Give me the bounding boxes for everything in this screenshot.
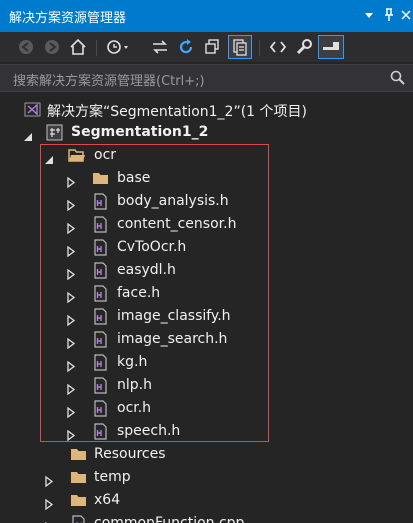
header-file-icon: [92, 423, 109, 440]
header-file-icon: [92, 216, 109, 233]
toolbar: [0, 32, 413, 62]
file-label: speech.h: [117, 423, 181, 439]
header-file-icon: [92, 400, 109, 417]
back-icon[interactable]: [16, 37, 36, 57]
header-file-icon: [92, 285, 109, 302]
file-label: base: [117, 170, 151, 186]
collapsed-arrow-icon[interactable]: [66, 357, 76, 373]
properties-icon[interactable]: [294, 37, 314, 57]
folder-label: Resources: [94, 446, 166, 462]
visual-studio-solution-icon: [24, 101, 41, 118]
collapsed-arrow-icon[interactable]: [66, 311, 76, 327]
file-label: body_analysis.h: [117, 193, 229, 209]
search-box[interactable]: 搜索解决方案资源管理器(Ctrl+;): [0, 64, 413, 92]
file-label: nlp.h: [117, 377, 152, 393]
folder-label: temp: [94, 469, 131, 485]
folder-label: ocr: [94, 147, 117, 163]
header-file-icon: [92, 308, 109, 325]
file-label: image_classify.h: [117, 308, 231, 324]
file-label: easydl.h: [117, 262, 176, 278]
folder-icon: [70, 446, 87, 463]
sync-icon[interactable]: [150, 37, 170, 57]
header-file-icon: [92, 262, 109, 279]
collapsed-arrow-icon[interactable]: [66, 219, 76, 235]
collapsed-arrow-icon[interactable]: [44, 518, 54, 523]
tree-row-x64-folder[interactable]: x64: [0, 489, 413, 512]
show-all-files-icon[interactable]: [228, 35, 252, 59]
home-icon[interactable]: [68, 37, 88, 57]
tree-row-header-file[interactable]: kg.h: [0, 351, 413, 374]
folder-icon: [92, 170, 109, 187]
title-bar: 解决方案资源管理器: [0, 0, 413, 32]
collapsed-arrow-icon[interactable]: [66, 380, 76, 396]
collapsed-arrow-icon[interactable]: [44, 472, 54, 488]
tree-row-header-file[interactable]: speech.h: [0, 420, 413, 443]
pin-icon[interactable]: [380, 6, 398, 24]
folder-open-icon: [68, 147, 85, 164]
tree-row-resources-folder[interactable]: Resources: [0, 443, 413, 466]
collapsed-arrow-icon[interactable]: [66, 196, 76, 212]
tree-row-header-file[interactable]: nlp.h: [0, 374, 413, 397]
file-label: content_censor.h: [117, 216, 237, 232]
file-label: kg.h: [117, 354, 148, 370]
collapsed-arrow-icon[interactable]: [66, 288, 76, 304]
folder-label: x64: [94, 492, 121, 508]
tree-row-header-file[interactable]: content_censor.h: [0, 213, 413, 236]
collapsed-arrow-icon[interactable]: [66, 426, 76, 442]
tree-row-header-file[interactable]: body_analysis.h: [0, 190, 413, 213]
collapsed-arrow-icon[interactable]: [66, 173, 76, 189]
tree-row-header-file[interactable]: face.h: [0, 282, 413, 305]
tree-row-ocr-folder[interactable]: ocr: [0, 144, 413, 167]
file-label: face.h: [117, 285, 161, 301]
tree-row-header-file[interactable]: easydl.h: [0, 259, 413, 282]
refresh-icon[interactable]: [176, 37, 196, 57]
expanded-arrow-icon[interactable]: [23, 127, 33, 141]
tree-row-header-file[interactable]: image_search.h: [0, 328, 413, 351]
file-label: ocr.h: [117, 400, 152, 416]
collapsed-arrow-icon[interactable]: [66, 242, 76, 258]
close-icon[interactable]: [397, 6, 413, 24]
view-code-icon[interactable]: [268, 37, 288, 57]
history-icon[interactable]: [104, 37, 128, 57]
collapsed-arrow-icon[interactable]: [66, 265, 76, 281]
collapsed-arrow-icon[interactable]: [66, 334, 76, 350]
search-input[interactable]: 搜索解决方案资源管理器(Ctrl+;): [13, 70, 205, 89]
file-label: image_search.h: [117, 331, 228, 347]
tree-row-header-file[interactable]: ocr.h: [0, 397, 413, 420]
tree-row-base-folder[interactable]: base: [0, 167, 413, 190]
tree-row-project[interactable]: Segmentation1_2: [0, 121, 413, 144]
toolbar-separator: [259, 40, 260, 56]
cpp-project-icon: [46, 124, 63, 141]
collapsed-arrow-icon[interactable]: [44, 495, 54, 511]
collapsed-arrow-icon[interactable]: [66, 403, 76, 419]
toolbar-separator: [96, 40, 97, 56]
header-file-icon: [92, 377, 109, 394]
solution-label: 解决方案“Segmentation1_2”(1 个项目): [47, 104, 307, 120]
project-label: Segmentation1_2: [71, 124, 209, 140]
collapse-all-icon[interactable]: [202, 37, 222, 57]
tree-row-temp-folder[interactable]: temp: [0, 466, 413, 489]
folder-icon: [70, 469, 87, 486]
forward-icon[interactable]: [42, 37, 62, 57]
header-file-icon: [92, 193, 109, 210]
header-file-icon: [92, 331, 109, 348]
header-file-icon: [92, 239, 109, 256]
solution-tree: 解决方案“Segmentation1_2”(1 个项目) Segmentatio…: [0, 96, 413, 523]
tree-row-header-file[interactable]: CvToOcr.h: [0, 236, 413, 259]
file-label: CvToOcr.h: [117, 239, 187, 255]
tree-row-cpp-file[interactable]: commonFunction.cpp: [0, 512, 413, 523]
preview-icon[interactable]: [318, 35, 344, 59]
panel-title: 解决方案资源管理器: [9, 11, 127, 26]
folder-icon: [70, 492, 87, 509]
tree-row-solution[interactable]: 解决方案“Segmentation1_2”(1 个项目): [0, 98, 413, 121]
tree-row-header-file[interactable]: image_classify.h: [0, 305, 413, 328]
cpp-file-icon: [70, 515, 87, 523]
header-file-icon: [92, 354, 109, 371]
search-icon[interactable]: [389, 69, 407, 87]
file-label: commonFunction.cpp: [94, 515, 245, 523]
dropdown-arrow-icon[interactable]: [360, 6, 378, 24]
expanded-arrow-icon[interactable]: [44, 150, 54, 164]
